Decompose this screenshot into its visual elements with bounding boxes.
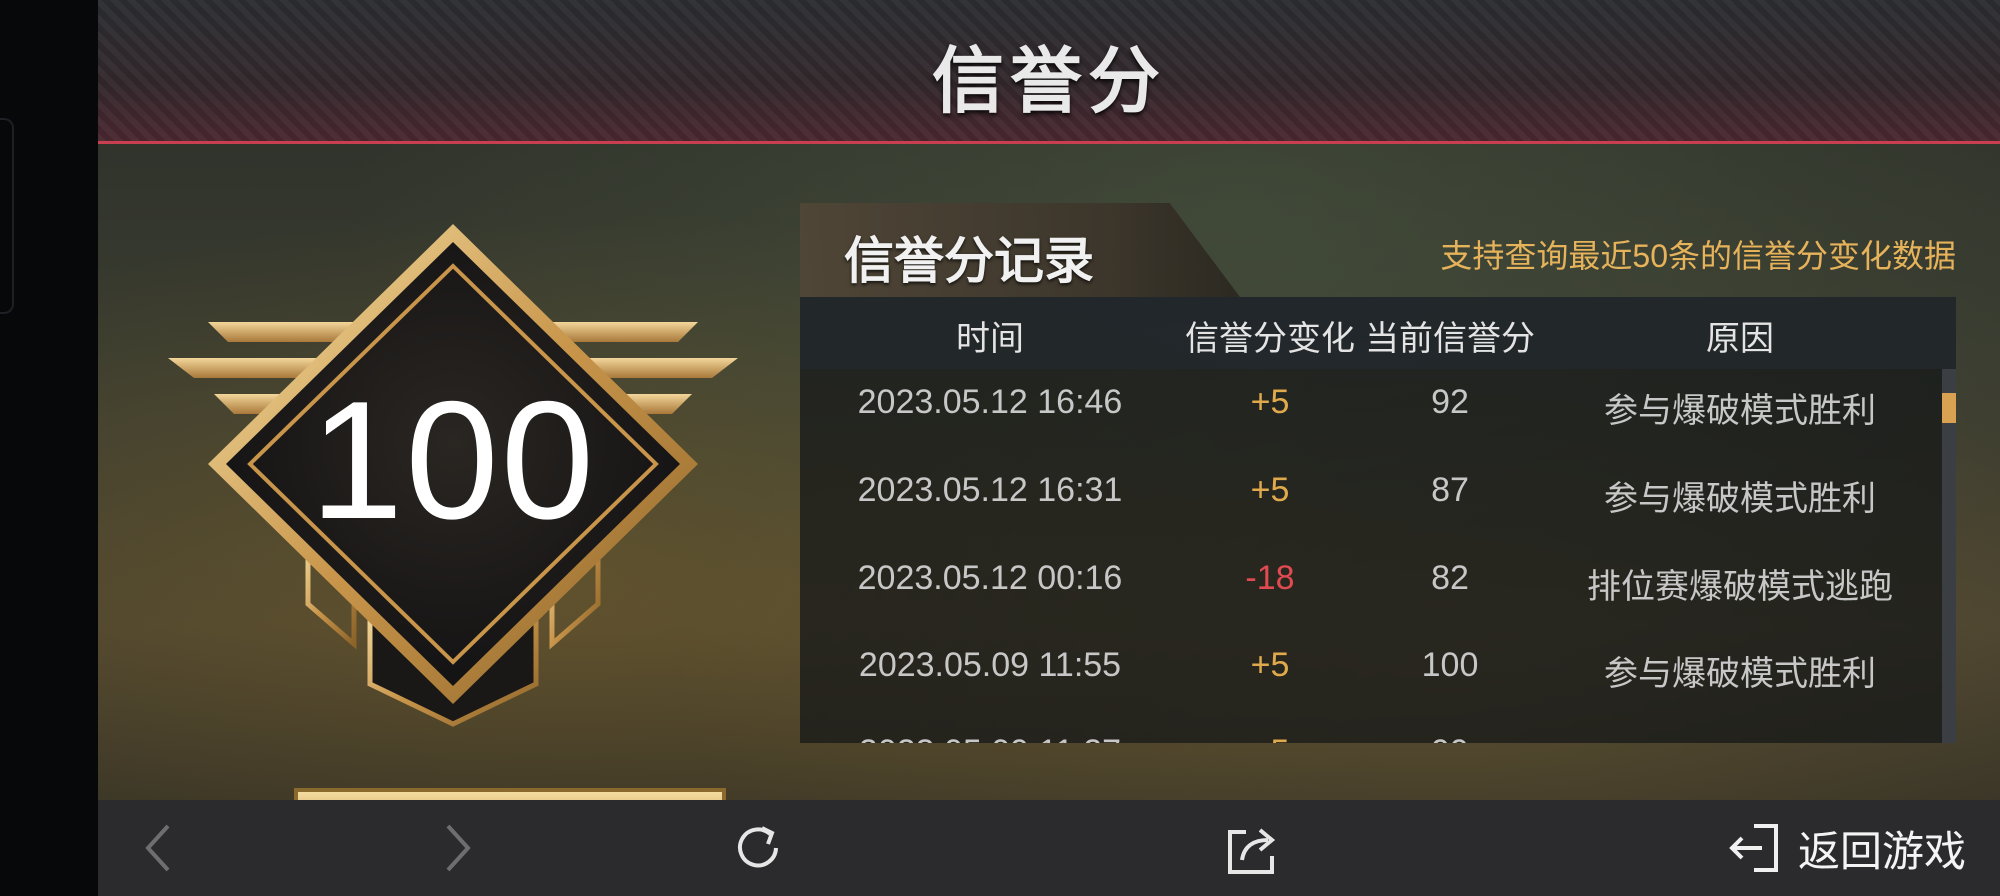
edge-notch	[0, 118, 14, 314]
record-table[interactable]: 2023.05.12 16:46 +5 92 参与爆破模式胜利 2023.05.…	[800, 369, 1956, 743]
record-hint: 支持查询最近50条的信誉分变化数据	[1440, 238, 1956, 274]
header-bar: 信誉分	[98, 0, 2000, 144]
row-reason: 排位赛爆破模式逃跑	[1587, 568, 1893, 606]
table-row: 2023.05.09 11:27 +5 99 参与爆破模式胜利	[800, 719, 1940, 743]
row-current-score: 99	[1360, 733, 1540, 743]
row-delta: -18	[1245, 559, 1295, 597]
row-current-score: 82	[1431, 559, 1469, 597]
credit-score-value: 100	[309, 366, 597, 554]
return-to-game-label: 返回游戏	[1798, 827, 1967, 875]
table-header: 时间 信誉分变化 当前信誉分 原因	[800, 297, 1956, 369]
row-reason: 参与爆破模式胜利	[1540, 733, 1940, 743]
table-row: 2023.05.12 00:16 -18 82 排位赛爆破模式逃跑	[800, 545, 1940, 633]
column-header-time: 时间	[956, 320, 1024, 358]
table-row: 2023.05.09 11:55 +5 100 参与爆破模式胜利	[800, 632, 1940, 720]
refresh-icon	[738, 826, 778, 868]
exit-icon	[1729, 824, 1778, 872]
refresh-button[interactable]	[726, 818, 790, 878]
credit-record-panel: 信誉分记录 支持查询最近50条的信誉分变化数据 时间 信誉分变化 当前信誉分 原…	[800, 203, 1956, 743]
page-title: 信誉分	[931, 42, 1166, 122]
row-reason: 参与爆破模式胜利	[1604, 392, 1876, 430]
table-row: 2023.05.12 16:46 +5 92 参与爆破模式胜利	[800, 369, 1940, 457]
record-title: 信誉分记录	[844, 233, 1094, 289]
row-time: 2023.05.12 16:31	[857, 471, 1123, 509]
row-reason: 参与爆破模式胜利	[1604, 655, 1876, 693]
row-current-score: 92	[1431, 383, 1469, 421]
row-time: 2023.05.09 11:55	[858, 646, 1122, 684]
row-time: 2023.05.12 16:46	[857, 383, 1123, 421]
share-icon	[1228, 828, 1276, 874]
row-reason: 参与爆破模式胜利	[1604, 480, 1876, 518]
row-delta: +5	[1250, 471, 1290, 509]
row-current-score: 100	[1421, 646, 1479, 684]
browser-navbar: 返回游戏	[98, 800, 2000, 896]
table-scrollbar[interactable]	[1942, 369, 1956, 743]
row-time: 2023.05.12 00:16	[857, 559, 1123, 597]
chevron-left-icon	[145, 824, 170, 872]
forward-button[interactable]	[428, 818, 488, 878]
left-edge	[0, 0, 98, 896]
column-header-current: 当前信誉分	[1365, 320, 1535, 358]
table-row: 2023.05.12 16:31 +5 87 参与爆破模式胜利	[800, 457, 1940, 545]
row-delta: +5	[1250, 646, 1290, 684]
score-badge: 100	[158, 214, 748, 828]
column-header-reason: 原因	[1706, 320, 1774, 358]
row-delta: +5	[1250, 383, 1290, 421]
column-header-delta: 信誉分变化	[1185, 320, 1355, 358]
row-delta: +5	[1180, 733, 1360, 743]
row-current-score: 87	[1431, 471, 1469, 509]
row-time: 2023.05.09 11:27	[800, 733, 1180, 743]
chevron-right-icon	[446, 824, 471, 872]
return-to-game-button[interactable]: 返回游戏	[1726, 818, 1966, 878]
app-view: 信誉分 100 信誉分记录 支持查询最近50条的信誉分变化数据 时间 信誉分变化…	[98, 0, 2000, 896]
back-button[interactable]	[128, 818, 188, 878]
share-button[interactable]	[1220, 818, 1284, 878]
scrollbar-thumb[interactable]	[1942, 393, 1956, 423]
